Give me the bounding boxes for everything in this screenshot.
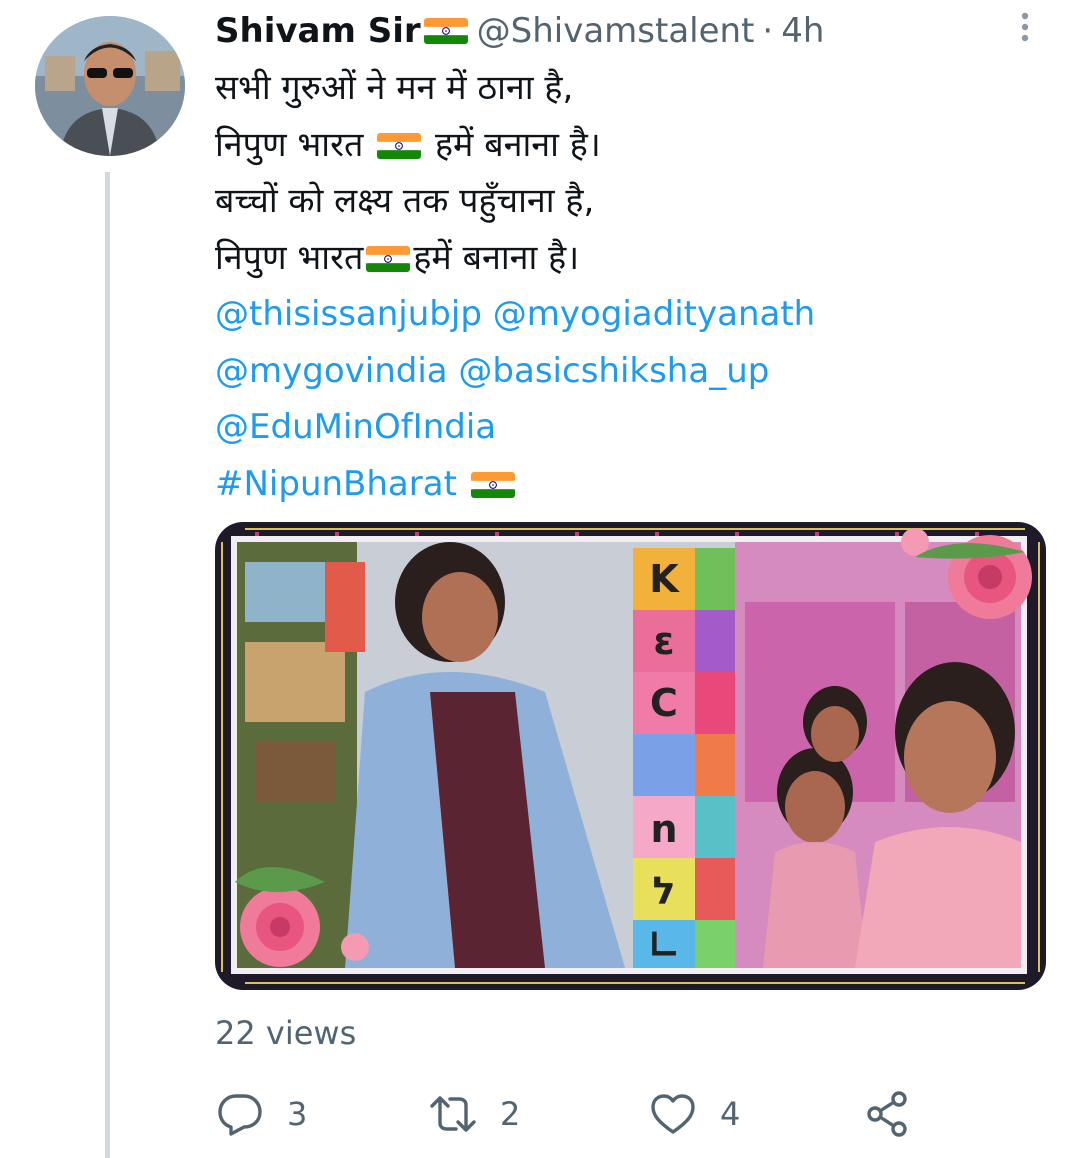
text-line: बच्चों को लक्ष्य तक पहुँचाना है, (215, 181, 595, 221)
avatar[interactable] (35, 16, 185, 156)
tile-letter: C (650, 681, 678, 725)
view-count: 22 views (215, 1014, 357, 1052)
retweet-button[interactable]: 2 (428, 1085, 520, 1143)
tile-letter: n (650, 807, 677, 851)
mention-link[interactable]: @EduMinOfIndia (215, 407, 496, 447)
author-name[interactable]: Shivam Sir (215, 11, 421, 51)
thread-line (105, 172, 110, 1158)
tile-letter: ל (653, 869, 676, 913)
mention-line: @thisissanjubjp @myogiadityanath (215, 286, 1055, 343)
india-flag-icon (366, 246, 410, 272)
like-icon (651, 1094, 695, 1134)
mention-link[interactable]: @mygovindia (215, 351, 448, 391)
author-handle[interactable]: @Shivamstalent (477, 11, 755, 51)
tile-letter: ∟ (648, 923, 680, 967)
text-line: सभी गुरुओं ने मन में ठाना है, (215, 68, 574, 108)
like-count: 4 (720, 1095, 741, 1133)
hashtag-line: #NipunBharat (215, 456, 1055, 513)
reply-count: 3 (287, 1095, 308, 1133)
reply-button[interactable]: 3 (215, 1085, 307, 1143)
tweet-text: सभी गुरुओं ने मन में ठाना है, निपुण भारत… (215, 60, 1055, 512)
mention-link[interactable]: @basicshiksha_up (458, 351, 769, 391)
timestamp[interactable]: 4h (781, 11, 824, 51)
mention-link[interactable]: @myogiadityanath (493, 294, 816, 334)
tweet-header: Shivam Sir @Shivamstalent · 4h (215, 8, 824, 54)
more-vertical-icon[interactable] (1005, 6, 1045, 46)
tile-letter: K (649, 557, 680, 601)
india-flag-icon (377, 133, 421, 159)
like-button[interactable]: 4 (648, 1085, 740, 1143)
india-flag-icon (424, 18, 468, 44)
text-line: निपुण भारत हमें बनाना है। (215, 124, 601, 165)
mention-line: @EduMinOfIndia (215, 399, 1055, 456)
action-bar: 3 2 4 (215, 1085, 935, 1143)
tile-letter: ε (653, 619, 674, 663)
india-flag-icon (471, 472, 515, 498)
retweet-count: 2 (500, 1095, 521, 1133)
retweet-icon (430, 1096, 476, 1132)
share-icon (867, 1091, 907, 1137)
mention-line: @mygovindia @basicshiksha_up (215, 343, 1055, 400)
reply-icon (218, 1094, 262, 1136)
mention-link[interactable]: @thisissanjubjp (215, 294, 482, 334)
separator: · (762, 11, 774, 51)
tweet-video[interactable]: K ε C n ל ∟ (215, 522, 1046, 990)
text-line: निपुण भारत हमें बनाना है। (215, 237, 580, 278)
share-button[interactable] (863, 1085, 913, 1143)
hashtag-link[interactable]: #NipunBharat (215, 464, 457, 504)
